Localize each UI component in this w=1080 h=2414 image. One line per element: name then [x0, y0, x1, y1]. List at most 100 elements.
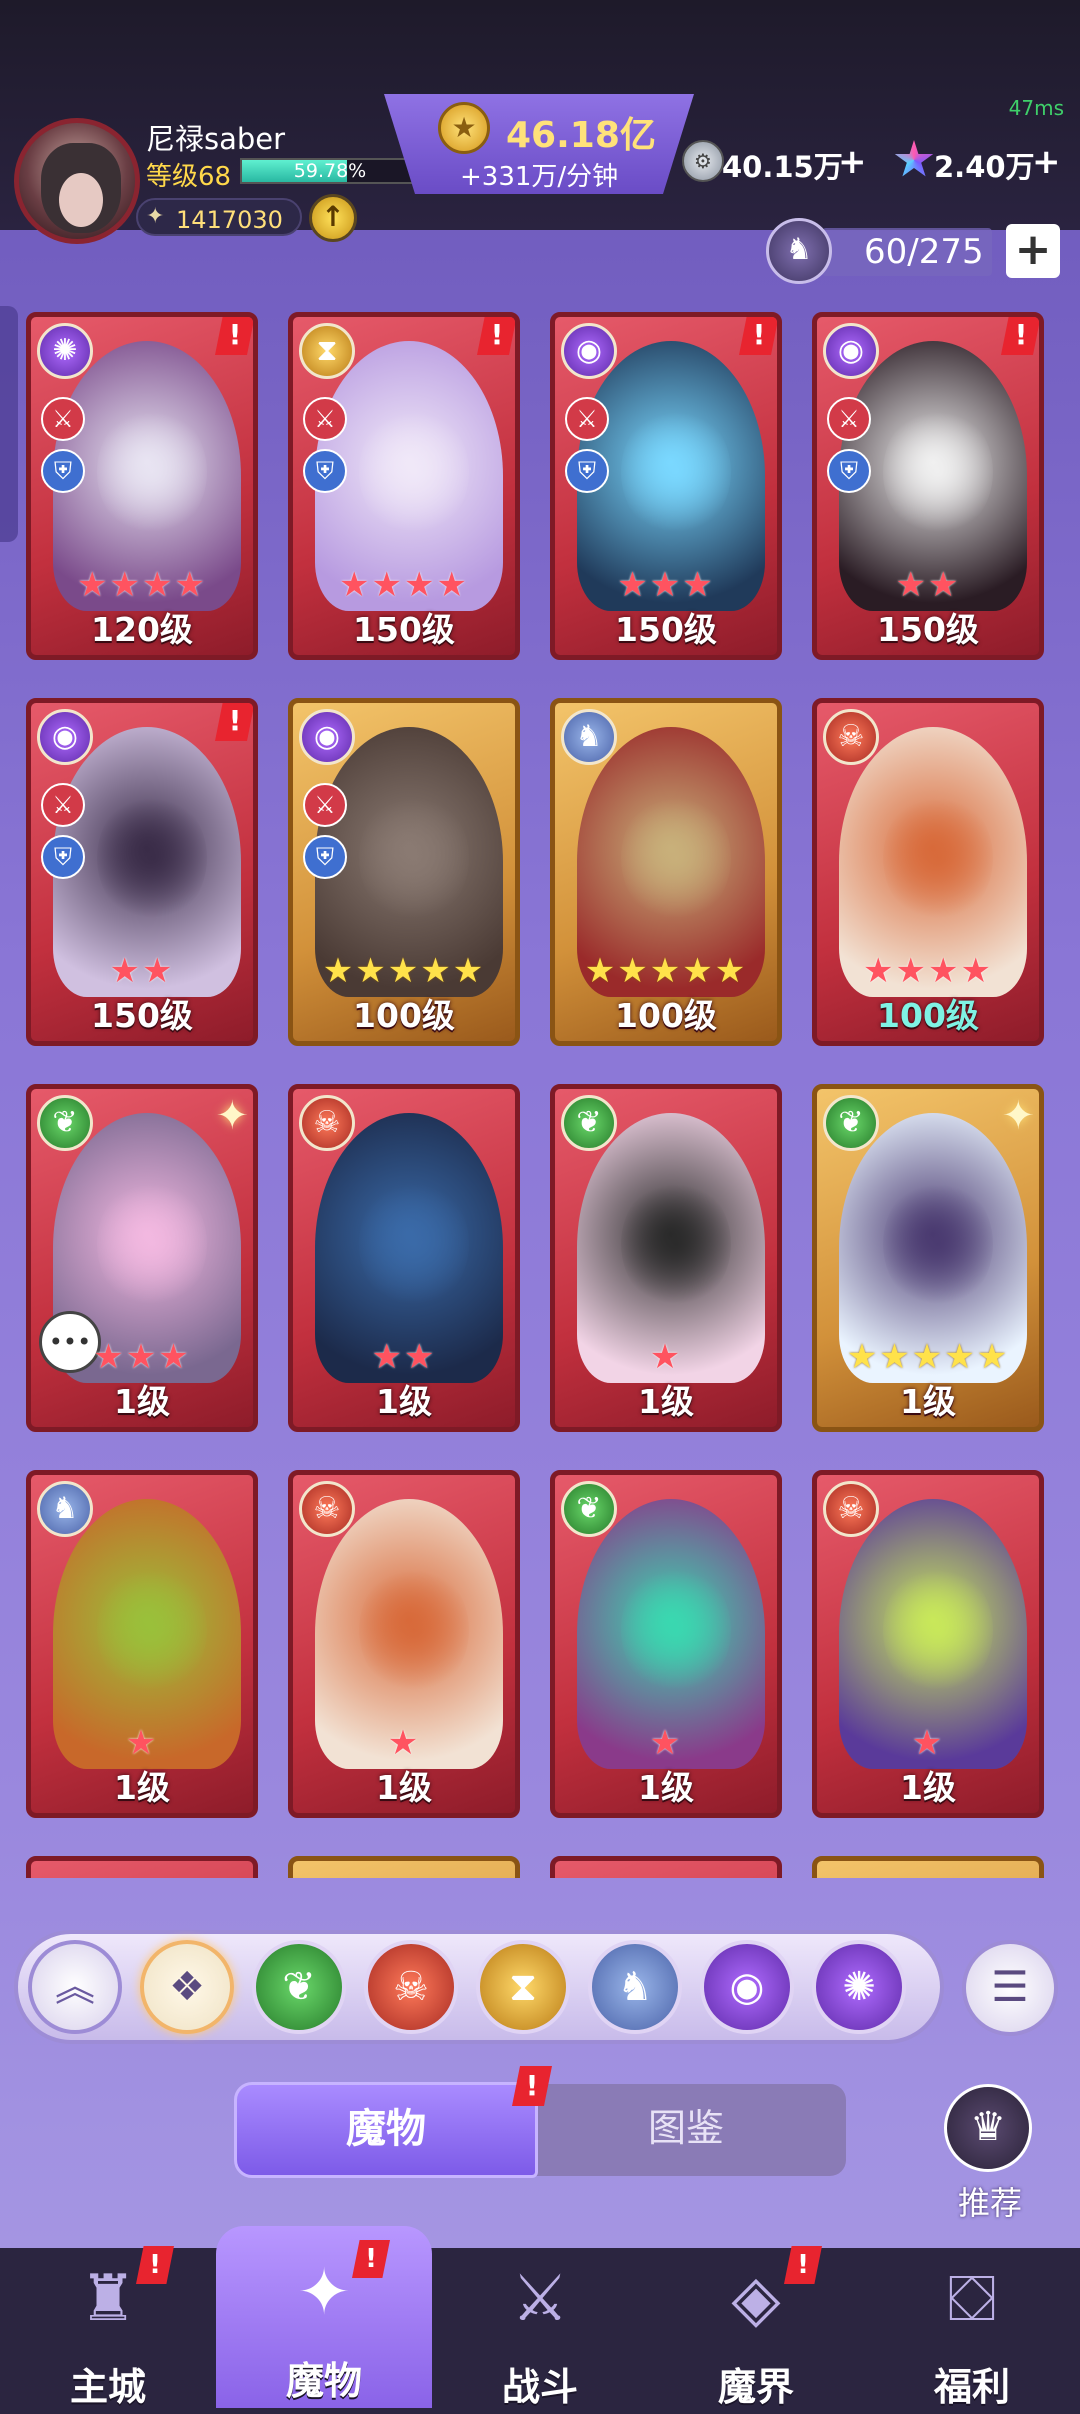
monster-level: 1级 [900, 1768, 956, 1807]
monster-card[interactable]: ◉ ⚔ ⛨! ★★ 150级 [26, 698, 258, 1046]
filter-leaf-button[interactable]: ❦ [252, 1940, 346, 2034]
filter-all-button[interactable]: ❖ [140, 1940, 234, 2034]
monster-card[interactable]: ◉ ⚔ ⛨ ★★★★★ 100级 [288, 698, 520, 1046]
monster-level: 150级 [615, 610, 717, 649]
monster-level: 100级 [353, 996, 455, 1035]
filter-wolf-button[interactable]: ♞ [588, 1940, 682, 2034]
monster-level: 120级 [91, 610, 193, 649]
monster-portrait-highlight [621, 1179, 731, 1309]
add-silver-button[interactable]: + [838, 142, 867, 182]
nav-portal[interactable]: ◈! 魔界 [648, 2232, 864, 2414]
alert-icon: ! [1001, 317, 1039, 355]
nav-label: 主城 [69, 2365, 146, 2409]
monster-card[interactable]: ✺ ⚔ ⛨! ★★★★ 120级 [26, 312, 258, 660]
sword-role-icon: ⚔ [565, 397, 609, 441]
chest-icon: ⛋ [947, 2262, 997, 2336]
monster-card[interactable]: ♞ ★ 1级 [26, 1470, 258, 1818]
nav-label: 战斗 [501, 2365, 578, 2409]
star-rating: ★★★ [617, 565, 715, 605]
monster-level: 150级 [91, 996, 193, 1035]
leaf-faction-icon: ❦ [37, 1095, 93, 1151]
monster-portrait-highlight [883, 793, 993, 923]
monster-portrait-highlight [621, 1565, 731, 1695]
ping-indicator: 47ms [1008, 96, 1064, 120]
star-rating: ★ [649, 1723, 683, 1763]
monster-card[interactable] [26, 1856, 258, 1878]
monster-portrait-highlight [97, 407, 207, 537]
alert-icon: ! [215, 703, 253, 741]
avatar[interactable] [14, 118, 140, 244]
monster-card[interactable]: ☠ ★★★★ 100级 [812, 698, 1044, 1046]
monster-portrait-highlight [621, 793, 731, 923]
sort-button[interactable]: ☰ [962, 1940, 1058, 2036]
monster-card[interactable]: ☠ ★ 1级 [288, 1470, 520, 1818]
sword-role-icon: ⚔ [41, 783, 85, 827]
monster-card[interactable]: ❦ ★ 1级 [550, 1470, 782, 1818]
recommend-button[interactable]: ♛ 推荐 [940, 2084, 1040, 2224]
monster-card[interactable] [550, 1856, 782, 1878]
monster-level: 1级 [376, 1382, 432, 1421]
capacity-bag-icon: ♞ [766, 218, 832, 284]
gem-amount: 2.40万 [934, 150, 1035, 184]
side-tab[interactable] [0, 306, 18, 542]
alert-icon: ! [477, 317, 515, 355]
shield-role-icon: ⛨ [303, 835, 347, 879]
nav-flame-star[interactable]: ✦! 魔物 [216, 2226, 432, 2408]
tab-codex[interactable]: 图鉴 [526, 2084, 846, 2176]
skull-faction-icon: ☠ [299, 1481, 355, 1537]
monster-card[interactable]: ❦ ★ 1级 [550, 1084, 782, 1432]
monster-card[interactable]: ◉ ⚔ ⛨! ★★★ 150级 [550, 312, 782, 660]
monster-card[interactable]: ❦ ✦ ★★★★★ 1级 [812, 1084, 1044, 1432]
filter-eye-button[interactable]: ◉ [700, 1940, 794, 2034]
shield-role-icon: ⛨ [41, 449, 85, 493]
star-rating: ★ [387, 1723, 421, 1763]
monster-level: 1级 [376, 1768, 432, 1807]
power-up-button[interactable]: ↑ [309, 194, 357, 242]
sword-role-icon: ⚔ [303, 783, 347, 827]
nav-label: 魔物 [285, 2359, 362, 2403]
monster-card[interactable]: ⧗ ⚔ ⛨! ★★★★ 150级 [288, 312, 520, 660]
leaf-faction-icon: ❦ [823, 1095, 879, 1151]
add-gem-button[interactable]: + [1032, 142, 1061, 182]
monster-portrait-highlight [97, 1565, 207, 1695]
filter-hourglass-button[interactable]: ⧗ [476, 1940, 570, 2034]
filter-skull-button[interactable]: ☠ [364, 1940, 458, 2034]
silver-coin-icon: ⚙ [682, 140, 724, 182]
hourglass-faction-icon: ⧗ [299, 323, 355, 379]
monster-portrait-highlight [359, 1179, 469, 1309]
monster-portrait-highlight [359, 1565, 469, 1695]
expand-capacity-button[interactable]: + [1006, 224, 1060, 278]
skull-faction-icon: ☠ [823, 1481, 879, 1537]
shield-role-icon: ⛨ [41, 835, 85, 879]
monster-card[interactable]: ☠ ★ 1级 [812, 1470, 1044, 1818]
monster-card[interactable]: ☠ ★★ 1级 [288, 1084, 520, 1432]
star-rating: ★ [649, 1337, 683, 1377]
filter-collapse-button[interactable]: ︽ [28, 1940, 122, 2034]
monster-card[interactable] [812, 1856, 1044, 1878]
star-rating: ★★ [109, 951, 175, 991]
leaf-faction-icon: ❦ [561, 1481, 617, 1537]
filter-purple-swirl-button[interactable]: ✺ [812, 1940, 906, 2034]
gold-amount: 46.18亿 [506, 115, 656, 156]
silver-currency: ⚙ 40.15万 + [682, 140, 872, 184]
player-name: 尼禄saber [146, 122, 286, 156]
nav-castle[interactable]: ♜! 主城 [0, 2232, 216, 2414]
star-rating: ★ [125, 1723, 159, 1763]
monster-portrait-highlight [621, 407, 731, 537]
monster-card[interactable]: ♞ ★★★★★ 100级 [550, 698, 782, 1046]
tab-monsters[interactable]: 魔物 [234, 2082, 538, 2178]
nav-chest[interactable]: ⛋ 福利 [864, 2232, 1080, 2414]
gold-rate: +331万/分钟 [460, 162, 619, 192]
skull-faction-icon: ☠ [299, 1095, 355, 1151]
sword-shield-icon: ⚔ [511, 2262, 569, 2336]
monster-card[interactable] [288, 1856, 520, 1878]
monster-card[interactable]: ❦ ✦ ••• ★★★ 1级 [26, 1084, 258, 1432]
monster-portrait-highlight [97, 1179, 207, 1309]
gold-coin-icon: ★ [438, 102, 490, 154]
monster-level: 150级 [353, 610, 455, 649]
nav-sword-shield[interactable]: ⚔ 战斗 [432, 2232, 648, 2414]
monster-portrait-highlight [97, 793, 207, 923]
monster-card[interactable]: ◉ ⚔ ⛨! ★★ 150级 [812, 312, 1044, 660]
shield-role-icon: ⛨ [303, 449, 347, 493]
monster-portrait-highlight [883, 1565, 993, 1695]
